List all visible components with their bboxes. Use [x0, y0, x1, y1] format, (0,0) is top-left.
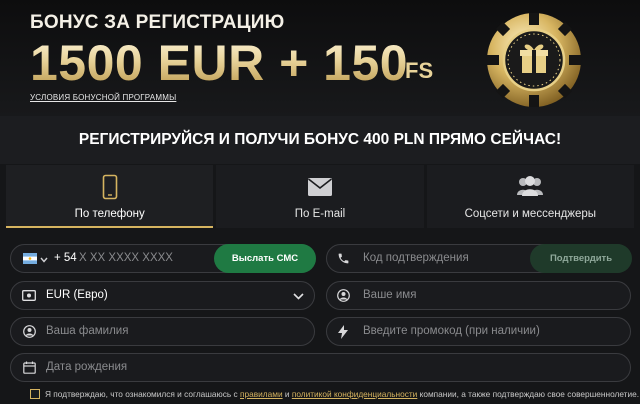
- first-name-field[interactable]: Ваше имя: [326, 281, 631, 310]
- user-icon: [23, 325, 36, 338]
- country-code: + 54: [54, 252, 77, 264]
- users-icon: [517, 176, 544, 196]
- lightning-icon: [338, 325, 348, 339]
- first-name-input[interactable]: Ваше имя: [363, 282, 416, 309]
- chevron-down-icon[interactable]: [293, 293, 304, 300]
- birthdate-field[interactable]: Дата рождения: [10, 353, 631, 382]
- bonus-banner: БОНУС ЗА РЕГИСТРАЦИЮ 1500 EUR + 150 FS У…: [0, 0, 640, 116]
- tab-label: По телефону: [74, 208, 145, 220]
- privacy-policy-link[interactable]: политикой конфиденциальности: [292, 389, 417, 399]
- consent-and: и: [284, 389, 290, 399]
- tab-label: Соцсети и мессенджеры: [464, 208, 597, 220]
- confirmation-code-field[interactable]: Код подтверждения Подтвердить: [326, 244, 632, 273]
- currency-select[interactable]: EUR (Евро): [10, 281, 315, 310]
- send-sms-button[interactable]: Выслать СМС: [214, 244, 316, 273]
- promo-code-input[interactable]: Введите промокод (при наличии): [363, 318, 540, 345]
- calendar-icon: [23, 361, 36, 374]
- phone-field[interactable]: + 54 X XX XXXX XXXX Выслать СМС: [10, 244, 316, 273]
- bonus-terms-link[interactable]: УСЛОВИЯ БОНУСНОЙ ПРОГРАММЫ: [30, 93, 176, 102]
- confirmation-code-input[interactable]: Код подтверждения: [363, 245, 469, 272]
- bonus-amount-suffix: FS: [405, 58, 434, 83]
- phone-input[interactable]: X XX XXXX XXXX: [79, 245, 173, 272]
- bonus-amount: 1500 EUR + 150: [30, 35, 409, 91]
- currency-value: EUR (Евро): [46, 289, 108, 301]
- consent-row: Я подтверждаю, что ознакомился и соглаша…: [30, 389, 639, 399]
- registration-headline: РЕГИСТРИРУЙСЯ И ПОЛУЧИ БОНУС 400 PLN ПРЯ…: [0, 116, 640, 164]
- last-name-input[interactable]: Ваша фамилия: [46, 318, 128, 345]
- confirm-button[interactable]: Подтвердить: [530, 244, 632, 273]
- tab-by-phone[interactable]: По телефону: [6, 165, 214, 228]
- tab-social-messengers[interactable]: Соцсети и мессенджеры: [426, 165, 634, 228]
- tab-by-email[interactable]: По E-mail: [216, 165, 424, 228]
- chevron-down-icon[interactable]: [40, 257, 48, 263]
- promo-code-field[interactable]: Введите промокод (при наличии): [326, 317, 631, 346]
- casino-chip-gift-icon: [487, 13, 581, 107]
- phone-icon: [102, 174, 117, 200]
- registration-method-tabs: По телефону По E-mail Соцсети и мессендж…: [6, 165, 634, 228]
- consent-checkbox[interactable]: [30, 389, 40, 399]
- last-name-field[interactable]: Ваша фамилия: [10, 317, 315, 346]
- argentina-flag-icon[interactable]: [23, 253, 37, 264]
- consent-text-before: Я подтверждаю, что ознакомился и соглаша…: [45, 389, 238, 399]
- banknote-icon: [22, 290, 36, 301]
- user-icon: [337, 289, 350, 302]
- tab-label: По E-mail: [294, 208, 346, 220]
- rules-link[interactable]: правилами: [240, 389, 283, 399]
- envelope-icon: [307, 178, 332, 196]
- birthdate-input[interactable]: Дата рождения: [46, 354, 127, 381]
- consent-text-after: компании, а также подтверждаю свое совер…: [419, 389, 640, 399]
- phone-handset-icon: [338, 253, 349, 264]
- banner-title: БОНУС ЗА РЕГИСТРАЦИЮ: [30, 12, 285, 33]
